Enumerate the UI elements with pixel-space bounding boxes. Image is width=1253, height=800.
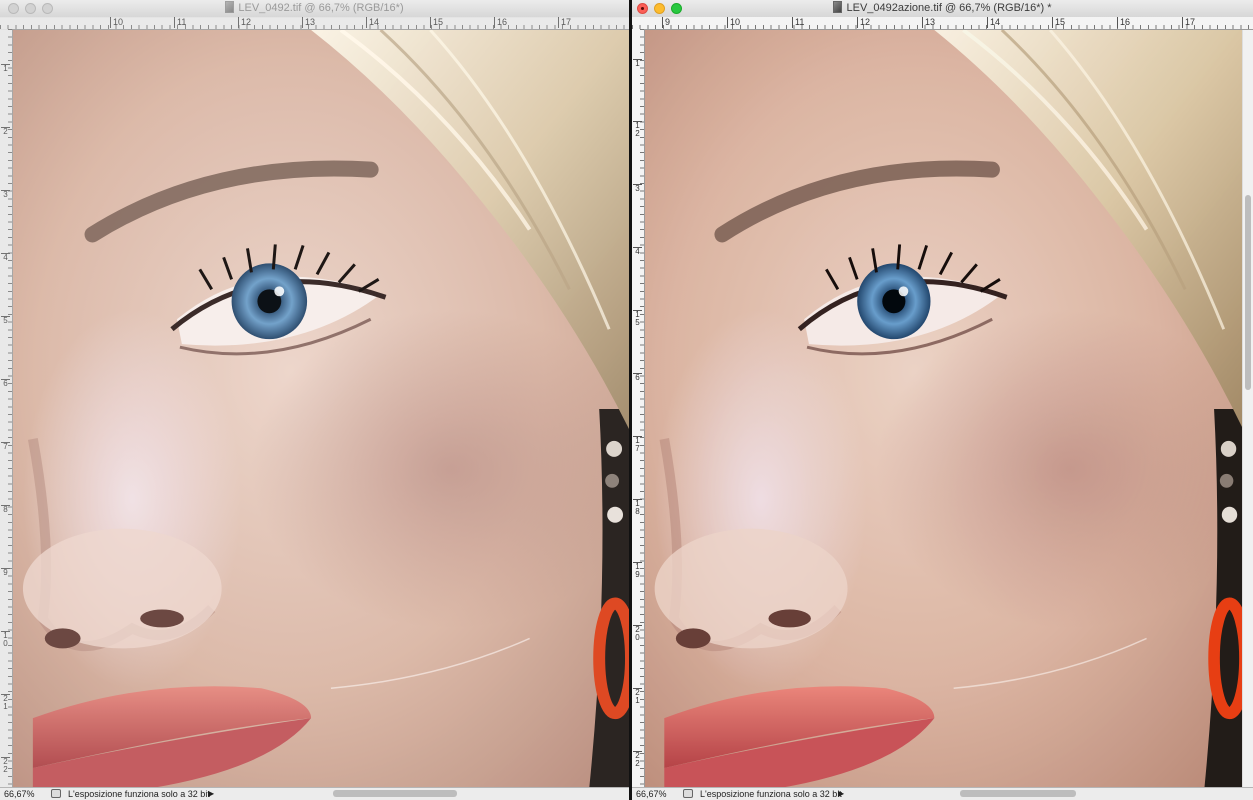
document-window-edited: LEV_0492azione.tif @ 66,7% (RGB/16*) * 9…: [632, 0, 1253, 800]
horizontal-ruler[interactable]: 9 10 11 12 13 14 15 16 17: [632, 17, 1253, 30]
ruler-label: 16: [1117, 17, 1130, 28]
ruler-label: 13: [302, 17, 315, 28]
ruler-label: 8: [1, 505, 10, 514]
close-button[interactable]: [8, 3, 19, 14]
ruler-label: 1 7: [633, 436, 642, 453]
ruler-label: 2 2: [1, 757, 10, 774]
vertical-ruler[interactable]: 1 2 3 4 5 6 7 8 9 1 0 2 1 2 2: [0, 29, 13, 788]
vertical-scrollbar[interactable]: [1242, 30, 1253, 788]
window-title: LEV_0492.tif @ 66,7% (RGB/16*): [238, 2, 404, 14]
minimize-button[interactable]: [25, 3, 36, 14]
status-bar: 66,67% L'esposizione funziona solo a 32 …: [632, 787, 1253, 800]
ruler-label: 14: [366, 17, 379, 28]
ruler-label: 15: [1052, 17, 1065, 28]
status-message: L'esposizione funziona solo a 32 bit: [700, 789, 842, 799]
zoom-button[interactable]: [42, 3, 53, 14]
ruler-label: 11: [792, 17, 804, 28]
portrait-photo: [645, 30, 1243, 788]
ruler-label: 4: [1, 253, 10, 262]
ruler-label: 14: [987, 17, 1000, 28]
ruler-label: 10: [110, 17, 123, 28]
ruler-label: 10: [727, 17, 740, 28]
ruler-label: 5: [1, 316, 10, 325]
zoom-level-field[interactable]: 66,67%: [4, 788, 44, 800]
ruler-label: 9: [662, 17, 670, 28]
ruler-label: 13: [922, 17, 935, 28]
horizontal-scrollbar-thumb[interactable]: [960, 790, 1076, 797]
ruler-label: 1: [1, 64, 10, 73]
horizontal-scrollbar-thumb[interactable]: [333, 790, 457, 797]
ruler-label: 17: [558, 17, 571, 28]
cloud-status-icon[interactable]: [683, 789, 693, 798]
vertical-ruler[interactable]: 1 1 2 3 4 1 5 6 1 7 1 8 1 9 2 0 2 1 2 2: [632, 29, 645, 788]
ruler-label: 3: [1, 190, 10, 199]
minimize-button[interactable]: [654, 3, 665, 14]
zoom-button[interactable]: [671, 3, 682, 14]
ruler-label: 2 2: [633, 751, 642, 768]
ruler-label: 9: [1, 568, 10, 577]
close-button[interactable]: [637, 3, 648, 14]
document-window-original: LEV_0492.tif @ 66,7% (RGB/16*) 10 11 12 …: [0, 0, 629, 800]
image-canvas[interactable]: [645, 30, 1243, 788]
image-canvas[interactable]: [13, 30, 629, 788]
ruler-label: 2: [1, 127, 10, 136]
ruler-label: 1 0: [1, 631, 10, 648]
status-bar: 66,67% L'esposizione funziona solo a 32 …: [0, 787, 629, 800]
ruler-label: 1 2: [633, 121, 642, 138]
ruler-label: 16: [494, 17, 507, 28]
portrait-photo: [13, 30, 629, 788]
ruler-label: 17: [1182, 17, 1195, 28]
title-bar[interactable]: LEV_0492.tif @ 66,7% (RGB/16*): [0, 0, 629, 18]
ruler-label: 11: [174, 17, 186, 28]
ruler-label: 12: [238, 17, 251, 28]
ruler-label: 6: [633, 373, 642, 382]
title-bar[interactable]: LEV_0492azione.tif @ 66,7% (RGB/16*) *: [632, 0, 1253, 18]
ruler-label: 3: [633, 184, 642, 193]
vertical-scrollbar-thumb[interactable]: [1245, 195, 1251, 390]
ruler-label: 1 5: [633, 310, 642, 327]
ruler-label: 2 1: [1, 694, 10, 711]
cloud-status-icon[interactable]: [51, 789, 61, 798]
ruler-label: 1: [633, 59, 642, 68]
ruler-label: 1 8: [633, 499, 642, 516]
triangle-right-icon[interactable]: ▶: [208, 788, 214, 800]
ruler-label: 15: [430, 17, 443, 28]
tif-document-icon: [225, 1, 235, 13]
zoom-level-field[interactable]: 66,67%: [636, 788, 676, 800]
triangle-right-icon[interactable]: ▶: [838, 788, 844, 800]
ruler-label: 2 0: [633, 625, 642, 642]
window-title: LEV_0492azione.tif @ 66,7% (RGB/16*) *: [846, 2, 1052, 14]
ruler-label: 7: [1, 442, 10, 451]
tif-document-icon: [833, 1, 843, 13]
ruler-label: 1 9: [633, 562, 642, 579]
ruler-label: 12: [857, 17, 870, 28]
status-message: L'esposizione funziona solo a 32 bit: [68, 789, 210, 799]
ruler-label: 6: [1, 379, 10, 388]
horizontal-ruler[interactable]: 10 11 12 13 14 15 16 17: [0, 17, 629, 30]
ruler-label: 2 1: [633, 688, 642, 705]
ruler-label: 4: [633, 247, 642, 256]
